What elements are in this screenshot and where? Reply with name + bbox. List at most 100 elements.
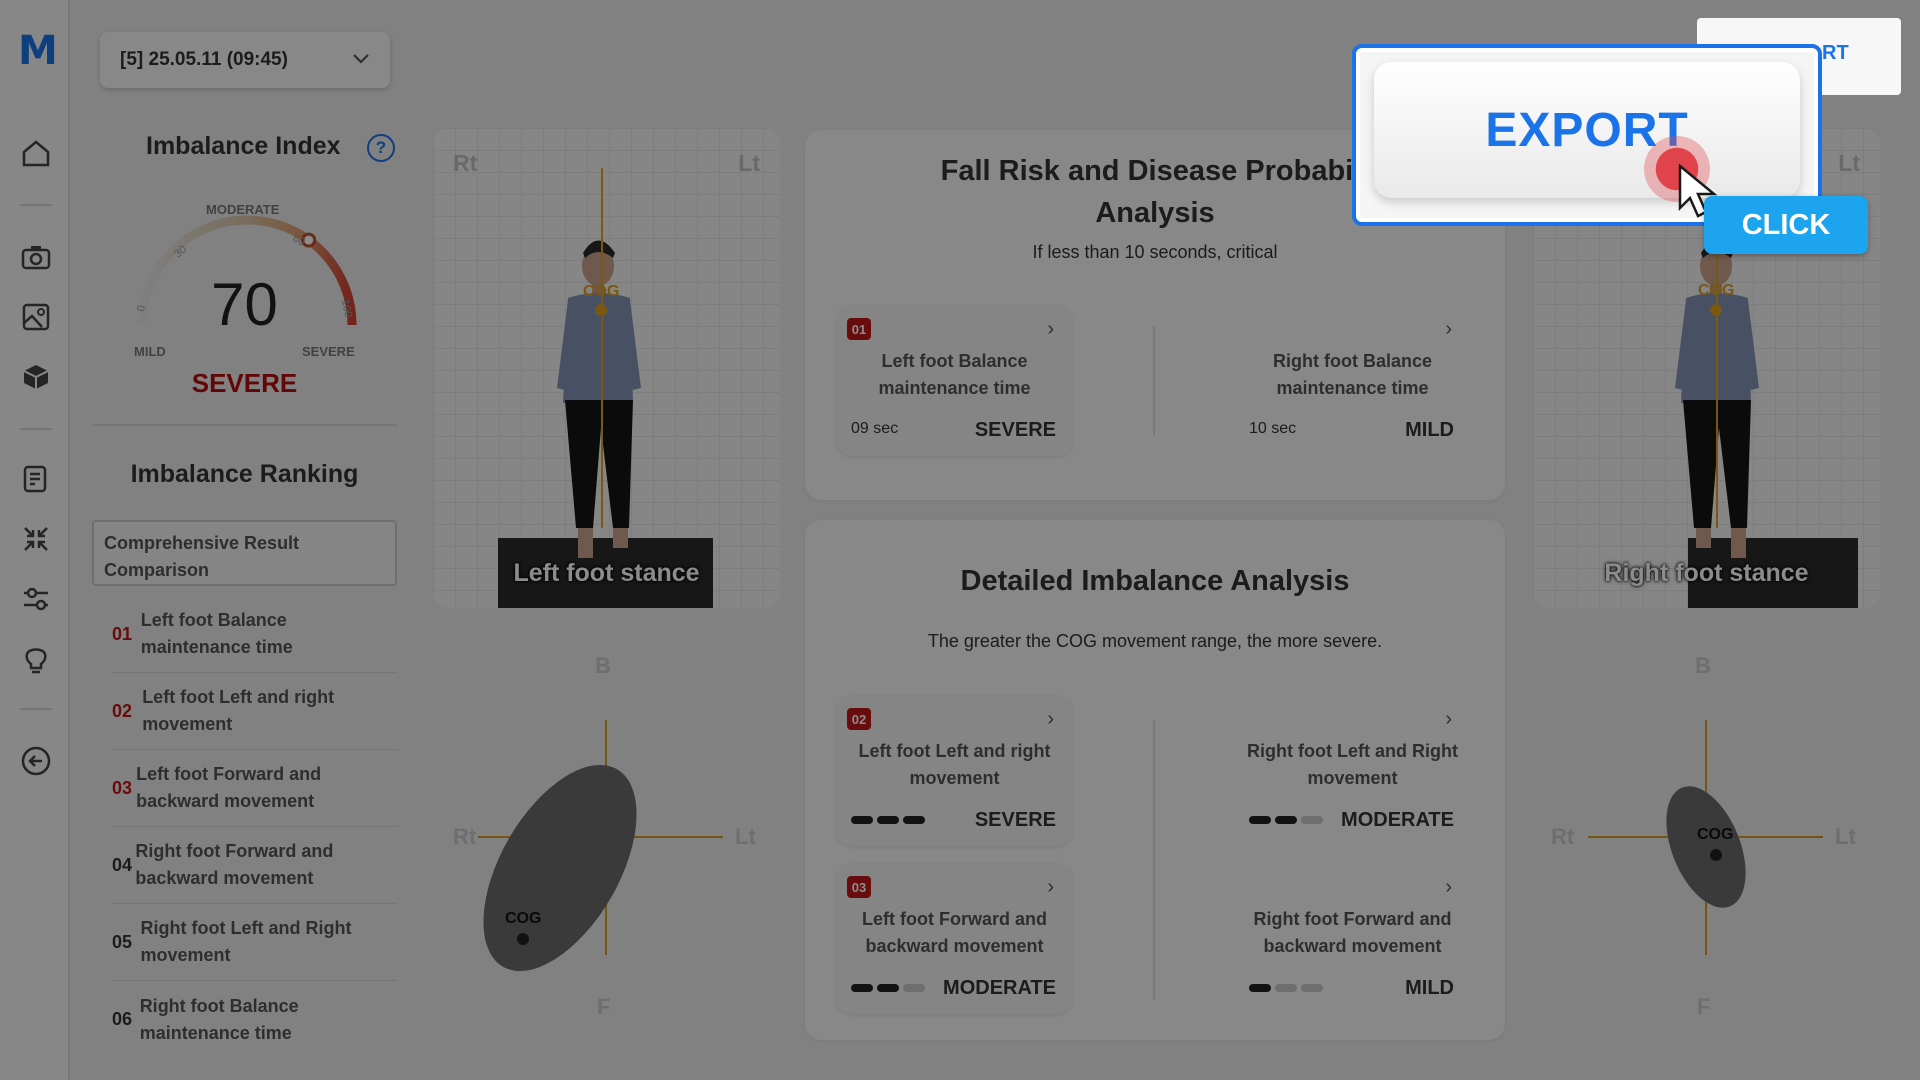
severity-bars — [1249, 984, 1323, 992]
compress-icon[interactable] — [19, 522, 53, 556]
rank-badge: 03 — [847, 876, 871, 898]
section-divider — [92, 424, 397, 426]
bar-segment — [903, 984, 925, 992]
bar-segment — [877, 984, 899, 992]
bar-segment — [1301, 816, 1323, 824]
person-figure — [498, 240, 713, 608]
back-icon[interactable] — [19, 744, 53, 778]
bar-segment — [1275, 984, 1297, 992]
home-icon[interactable] — [19, 136, 53, 170]
rail-divider — [20, 708, 52, 710]
ranking-item[interactable]: 01 Left foot Balance maintenance time — [112, 596, 397, 673]
ranking-number: 03 — [112, 777, 133, 798]
gallery-icon[interactable] — [19, 300, 53, 334]
severity-bars — [1249, 816, 1323, 824]
ranking-number: 04 — [112, 854, 133, 875]
bar-segment — [851, 984, 873, 992]
ranking-item[interactable]: 06 Right foot Balance maintenance time — [112, 981, 397, 1058]
cog-point — [1710, 849, 1722, 861]
metric-label: Left foot Balance maintenance time — [878, 351, 1031, 398]
cog-line — [601, 168, 603, 528]
cog-range-ellipse — [483, 764, 637, 972]
nav-rail: M — [0, 0, 70, 1080]
metric-label: Right foot Left and Right movement — [1247, 741, 1458, 788]
bar-segment — [851, 816, 873, 824]
chevron-right-icon: › — [1047, 708, 1054, 730]
left-stance-photo: COG Rt Lt Left foot stance — [433, 128, 780, 608]
ranking-label: Right foot Left and Right movement — [140, 918, 352, 965]
bulb-icon[interactable] — [19, 642, 53, 676]
right-fb-movement-card[interactable]: › Right foot Forward and backward moveme… — [1235, 864, 1470, 1014]
gauge-label-severe: SEVERE — [302, 344, 355, 359]
axis-label-lt: Lt — [735, 824, 756, 849]
help-icon[interactable]: ? — [367, 134, 395, 162]
stance-caption: Right foot stance — [1604, 559, 1809, 587]
left-lr-movement-card[interactable]: 02 › Left foot Left and right movement S… — [837, 696, 1072, 846]
left-balance-time-card[interactable]: 01 › Left foot Balance maintenance time … — [837, 306, 1072, 456]
ranking-number: 02 — [112, 700, 133, 721]
ranking-item[interactable]: 03 Left foot Forward and backward moveme… — [112, 750, 397, 827]
bar-segment — [1249, 816, 1271, 824]
axis-label-back: B — [1695, 653, 1711, 678]
gauge-label-moderate: MODERATE — [206, 202, 280, 217]
axis-label-rt: Rt — [1551, 824, 1575, 849]
session-label: [5] 25.05.11 (09:45) — [120, 49, 288, 70]
camera-icon[interactable] — [19, 240, 53, 274]
left-fb-movement-card[interactable]: 03 › Left foot Forward and backward move… — [837, 864, 1072, 1014]
cube-icon[interactable] — [19, 360, 53, 394]
export-button[interactable]: EXPORT — [1374, 62, 1800, 198]
corner-label-lt: Lt — [738, 150, 760, 176]
app-logo[interactable]: M — [18, 28, 58, 74]
right-lr-movement-card[interactable]: › Right foot Left and Right movement MOD… — [1235, 696, 1470, 846]
detailed-analysis-card: Detailed Imbalance Analysis The greater … — [805, 520, 1505, 1040]
axis-label-lt: Lt — [1835, 824, 1856, 849]
ranking-label: Right foot Balance maintenance time — [139, 995, 299, 1043]
rail-divider — [20, 204, 52, 206]
sliders-icon[interactable] — [19, 582, 53, 616]
metric-label: Left foot Left and right movement — [858, 741, 1051, 788]
chevron-right-icon: › — [1445, 318, 1452, 340]
rank-badge: 02 — [847, 708, 871, 730]
cog-marker — [595, 304, 607, 316]
metric-label: Left foot Forward and backward movement — [862, 909, 1047, 956]
imbalance-severity: SEVERE — [191, 368, 298, 398]
gauge-label-mild: MILD — [134, 344, 166, 359]
ranking-label: Right foot Forward and backward movement — [135, 841, 334, 888]
chevron-right-icon: › — [1445, 708, 1452, 730]
ranking-item[interactable]: 02 Left foot Left and right movement — [112, 673, 397, 750]
detailed-subtitle: The greater the COG movement range, the … — [927, 631, 1383, 651]
metric-severity: SEVERE — [974, 419, 1056, 441]
chevron-right-icon: › — [1445, 876, 1452, 898]
cog-label: COG — [505, 910, 542, 927]
cog-label: COG — [583, 283, 620, 300]
metric-label: Right foot Balance maintenance time — [1272, 351, 1432, 398]
metric-severity: MILD — [1405, 419, 1454, 441]
severity-bars — [851, 984, 925, 992]
chevron-right-icon: › — [1047, 876, 1054, 898]
metric-severity: MILD — [1405, 977, 1454, 999]
metric-severity: MODERATE — [943, 977, 1056, 999]
severity-bars — [851, 816, 925, 824]
rail-divider — [20, 428, 52, 430]
bar-segment — [877, 816, 899, 824]
bar-segment — [1275, 816, 1297, 824]
rank-badge: 01 — [847, 318, 871, 340]
ranking-label: Left foot Left and right movement — [142, 687, 335, 734]
axis-label-back: B — [595, 653, 611, 678]
comprehensive-result-button[interactable]: Comprehensive Result Comparison — [92, 520, 397, 586]
right-balance-time-card[interactable]: › Right foot Balance maintenance time 10… — [1235, 306, 1470, 456]
detailed-title: Detailed Imbalance Analysis — [960, 565, 1350, 597]
ranking-item[interactable]: 05 Right foot Left and Right movement — [112, 904, 397, 981]
session-select[interactable]: [5] 25.05.11 (09:45) — [100, 32, 390, 88]
right-cog-plot: B F Rt Lt COG — [1533, 640, 1880, 1020]
imbalance-index-title: Imbalance Index — [146, 132, 341, 160]
ranking-item[interactable]: 04 Right foot Forward and backward movem… — [112, 827, 397, 904]
cog-point — [517, 933, 529, 945]
report-icon[interactable] — [19, 462, 53, 496]
cog-label: COG — [1698, 282, 1735, 299]
metric-severity: SEVERE — [974, 809, 1056, 831]
ranking-number: 05 — [112, 931, 133, 952]
stance-caption: Left foot stance — [513, 559, 700, 587]
vertical-divider — [1153, 720, 1155, 1000]
cog-marker — [1710, 304, 1722, 316]
